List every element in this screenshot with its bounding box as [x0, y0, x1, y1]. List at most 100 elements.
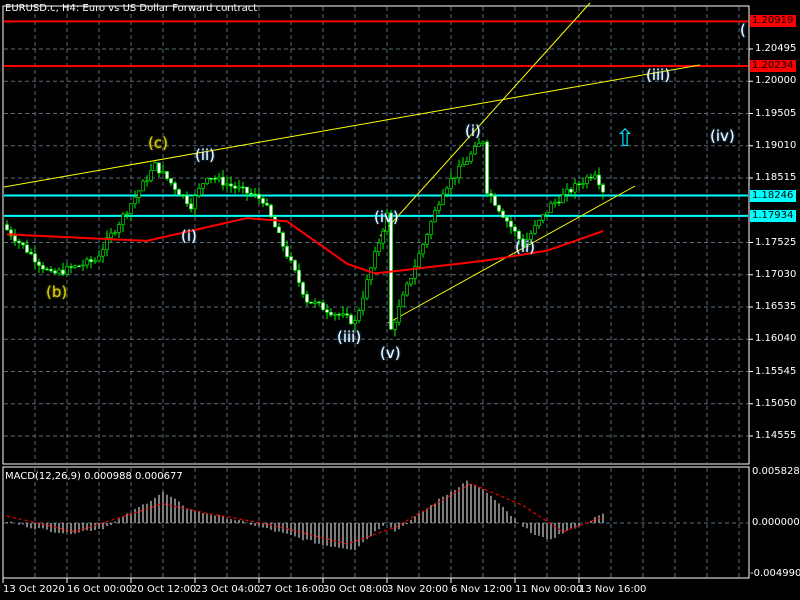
candle-body — [145, 180, 149, 182]
candle-body — [577, 183, 581, 186]
candle-body — [193, 195, 197, 210]
wave-label-b: (b) — [46, 283, 68, 301]
candle-body — [5, 224, 9, 231]
candle-body — [37, 261, 41, 266]
wave-label-iii-2: (iii) — [646, 66, 671, 84]
candle-body — [581, 183, 585, 185]
candle-body — [153, 162, 157, 171]
candle-body — [97, 255, 101, 262]
time-axis-label: 20 Oct 12:00 — [131, 584, 197, 595]
candle-body — [57, 269, 61, 274]
price-chart[interactable] — [0, 0, 800, 600]
candle-body — [345, 313, 349, 316]
wave-label-iv: (iv) — [374, 208, 399, 226]
time-axis-label: 13 Nov 16:00 — [579, 584, 647, 595]
candle-body — [213, 178, 217, 180]
up-arrow-icon: ⇧ — [615, 124, 636, 152]
candle-body — [445, 187, 449, 195]
candle-body — [281, 232, 285, 247]
time-axis-label: 23 Oct 04:00 — [195, 584, 261, 595]
price-tag: 1.20919 — [750, 15, 796, 28]
candle-body — [161, 171, 165, 174]
candle-body — [121, 213, 125, 225]
candle-body — [337, 313, 341, 316]
candle-body — [73, 265, 77, 268]
candle-body — [253, 193, 257, 196]
candle-body — [533, 225, 537, 234]
candle-body — [353, 320, 357, 325]
candle-body — [585, 176, 589, 184]
candle-body — [237, 186, 241, 189]
candle-body — [189, 203, 193, 210]
candle-body — [197, 188, 201, 196]
candle-body — [169, 178, 173, 184]
candle-body — [89, 259, 93, 263]
candle-body — [249, 192, 253, 195]
candle-body — [313, 301, 317, 304]
price-axis-label: 1.20495 — [755, 43, 797, 54]
candle-body — [165, 171, 169, 179]
price-axis-label: 1.17030 — [755, 268, 797, 280]
candle-body — [273, 216, 277, 228]
price-tag: 1.18246 — [750, 189, 796, 202]
candle-body — [493, 195, 497, 206]
candle-body — [309, 301, 313, 304]
candle-body — [401, 294, 405, 307]
candle-body — [437, 204, 441, 211]
candle-body — [13, 235, 17, 242]
candle-body — [77, 265, 81, 268]
candle-body — [265, 203, 269, 206]
candle-body — [185, 194, 189, 204]
time-axis-label: 3 Nov 20:00 — [387, 584, 449, 595]
candle-body — [85, 259, 89, 266]
candle-body — [361, 297, 365, 311]
time-axis-label: 16 Oct 00:00 — [67, 584, 133, 595]
price-axis-label: 1.17525 — [755, 236, 797, 248]
candle-body — [505, 217, 509, 222]
price-axis-label: 1.14555 — [755, 430, 797, 441]
price-tag: 1.17934 — [750, 209, 796, 222]
candle-body — [369, 267, 373, 281]
candle-body — [129, 203, 133, 214]
candle-body — [29, 252, 33, 255]
candle-body — [425, 234, 429, 245]
candle-body — [593, 174, 597, 179]
candle-body — [449, 178, 453, 189]
candle-body — [25, 244, 29, 253]
candle-body — [293, 260, 297, 271]
candle-body — [601, 184, 605, 193]
price-axis-label: 1.19010 — [755, 139, 797, 151]
candle-body — [561, 194, 565, 204]
candle-body — [461, 164, 465, 167]
chart-title: EURUSD.c, H4: Euro vs US Dollar Forward … — [5, 3, 258, 14]
candle-body — [357, 310, 361, 321]
trendline-channel-bottom — [387, 185, 636, 324]
candle-body — [109, 232, 113, 239]
candle-body — [481, 141, 485, 144]
candle-body — [381, 230, 385, 244]
candle-body — [149, 170, 153, 181]
candle-body — [553, 201, 557, 204]
candle-body — [429, 221, 433, 235]
time-axis-label: 30 Oct 08:00 — [323, 584, 389, 595]
candle-body — [81, 264, 85, 267]
candle-body — [113, 232, 117, 234]
candle-body — [101, 249, 105, 257]
candle-body — [221, 176, 225, 186]
candle-body — [173, 182, 177, 190]
candle-body — [473, 146, 477, 155]
candle-body — [409, 277, 413, 285]
candle-body — [557, 201, 561, 204]
time-axis-label: 13 Oct 2020 — [3, 584, 65, 595]
price-axis-label: 1.15545 — [755, 365, 797, 377]
macd-axis-zero: 0.000000 — [752, 517, 800, 528]
candle-body — [417, 253, 421, 267]
candle-body — [545, 212, 549, 215]
candle-body — [513, 226, 517, 232]
price-axis-label: 1.16040 — [755, 333, 797, 345]
candle-body — [433, 210, 437, 223]
candle-body — [333, 313, 337, 316]
candle-body — [565, 189, 569, 195]
candle-body — [341, 313, 345, 316]
candle-body — [485, 141, 489, 194]
